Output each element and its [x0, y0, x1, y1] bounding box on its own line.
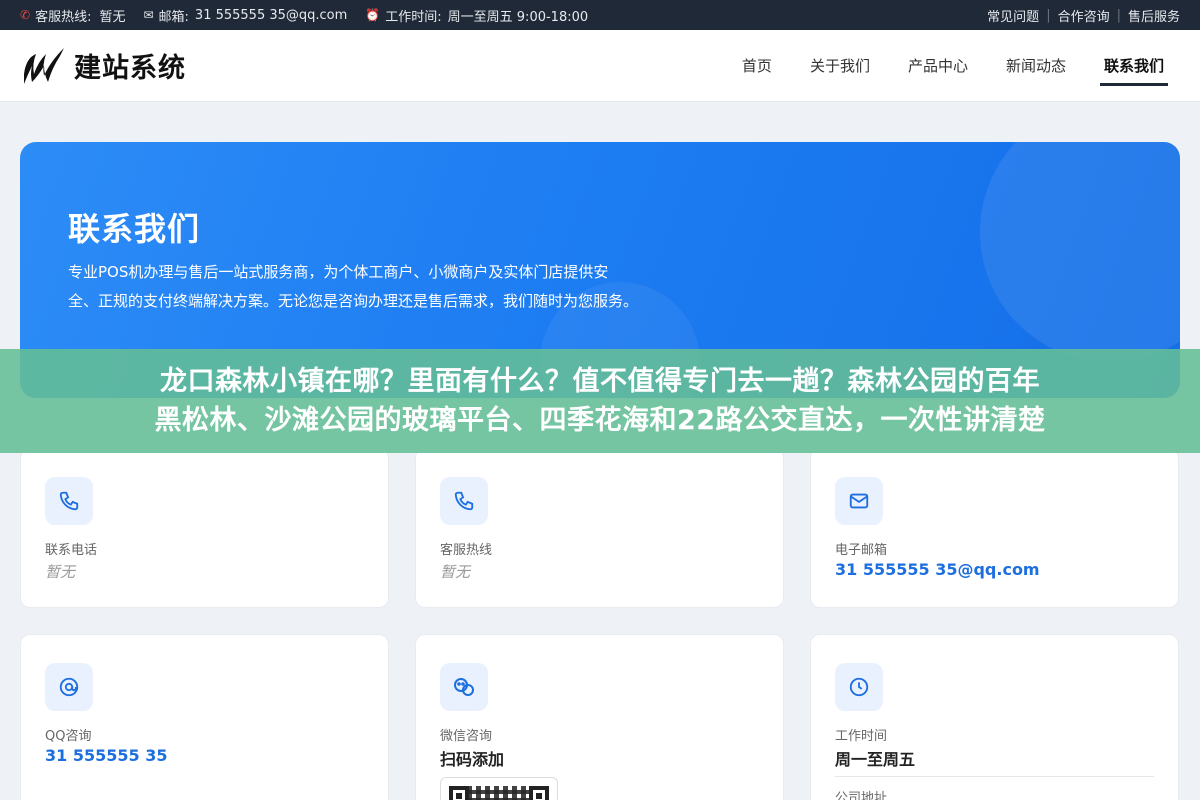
mail-icon: [835, 477, 883, 525]
overlay-title-line-1: 龙口森林小镇在哪？里面有什么？值不值得专门去一趟？森林公园的百年: [160, 366, 1040, 397]
nav-about[interactable]: 关于我们: [810, 30, 870, 102]
hotline-info: ✆ 客服热线: 暂无: [20, 6, 125, 25]
card-label: 微信咨询: [440, 729, 493, 744]
email-card: 电子邮箱 31 555555 35@qq.com: [810, 448, 1179, 608]
top-bar: ✆ 客服热线: 暂无 ✉ 邮箱: 31 555555 35@qq.com ⏰ 工…: [0, 0, 1200, 30]
hours-label: 工作时间:: [385, 9, 442, 25]
email-link[interactable]: 31 555555 35@qq.com: [835, 560, 1040, 579]
wechat-card: 微信咨询 扫码添加: [415, 634, 784, 800]
email-info: ✉ 邮箱: 31 555555 35@qq.com: [143, 6, 347, 25]
card-label: QQ咨询: [45, 729, 92, 744]
clock-icon: ⏰: [365, 8, 381, 22]
qq-link[interactable]: 31 555555 35: [45, 746, 167, 765]
phone-icon: ✆: [20, 8, 31, 22]
card-label: 公司地址: [835, 791, 888, 800]
main-nav: 首页 关于我们 产品中心 新闻动态 联系我们: [704, 30, 1180, 102]
card-value: 周一至周五: [835, 750, 916, 769]
card-value: 暂无: [45, 563, 76, 581]
nav-products[interactable]: 产品中心: [908, 30, 968, 102]
hero-description: 专业POS机办理与售后一站式服务商，为个体工商户、小微商户及实体门店提供安全、正…: [68, 263, 639, 310]
overlay-title-line-2: 黑松林、沙滩公园的玻璃平台、四季花海和22路公交直达，一次性讲清楚: [154, 405, 1046, 436]
nav-contact[interactable]: 联系我们: [1099, 30, 1169, 102]
nav-home[interactable]: 首页: [742, 30, 772, 102]
clock-icon: [835, 663, 883, 711]
hours-card: 工作时间 周一至周五 公司地址: [810, 634, 1179, 800]
email-value: 31 555555 35@qq.com: [194, 7, 348, 23]
phone-icon: [45, 477, 93, 525]
site-header: 建站系统 首页 关于我们 产品中心 新闻动态 联系我们: [0, 30, 1200, 102]
after-sales-link[interactable]: 售后服务: [1121, 6, 1180, 25]
qq-icon: [45, 663, 93, 711]
page-title: 联系我们: [68, 210, 201, 248]
card-label: 客服热线: [440, 543, 493, 558]
hotline-value: 暂无: [99, 9, 126, 25]
logo-text: 建站系统: [74, 53, 186, 84]
card-label: 电子邮箱: [835, 543, 888, 558]
card-label: 工作时间: [835, 729, 888, 744]
faq-link[interactable]: 常见问题: [980, 6, 1046, 25]
card-value: 暂无: [440, 563, 471, 581]
logo[interactable]: 建站系统: [20, 44, 186, 88]
card-value: 扫码添加: [440, 750, 505, 769]
nav-news[interactable]: 新闻动态: [1006, 30, 1066, 102]
mail-icon: ✉: [143, 8, 154, 22]
contact-phone-card: 联系电话 暂无: [20, 448, 389, 608]
divider: [835, 776, 1154, 777]
hotline-label: 客服热线:: [35, 9, 92, 25]
cooperation-link[interactable]: 合作咨询: [1051, 6, 1117, 25]
email-label: 邮箱:: [158, 9, 189, 25]
wechat-qr-code[interactable]: [440, 777, 558, 800]
hours-value: 周一至周五 9:00-18:00: [447, 9, 589, 25]
decorative-circle: [980, 142, 1180, 362]
wechat-icon: [440, 663, 488, 711]
hours-info: ⏰ 工作时间: 周一至周五 9:00-18:00: [365, 6, 588, 25]
service-hotline-card: 客服热线 暂无: [415, 448, 784, 608]
phone-icon: [440, 477, 488, 525]
qq-card: QQ咨询 31 555555 35: [20, 634, 389, 800]
logo-icon: [20, 44, 68, 88]
article-title-overlay[interactable]: 龙口森林小镇在哪？里面有什么？值不值得专门去一趟？森林公园的百年 黑松林、沙滩公…: [0, 349, 1200, 453]
card-label: 联系电话: [45, 543, 98, 558]
